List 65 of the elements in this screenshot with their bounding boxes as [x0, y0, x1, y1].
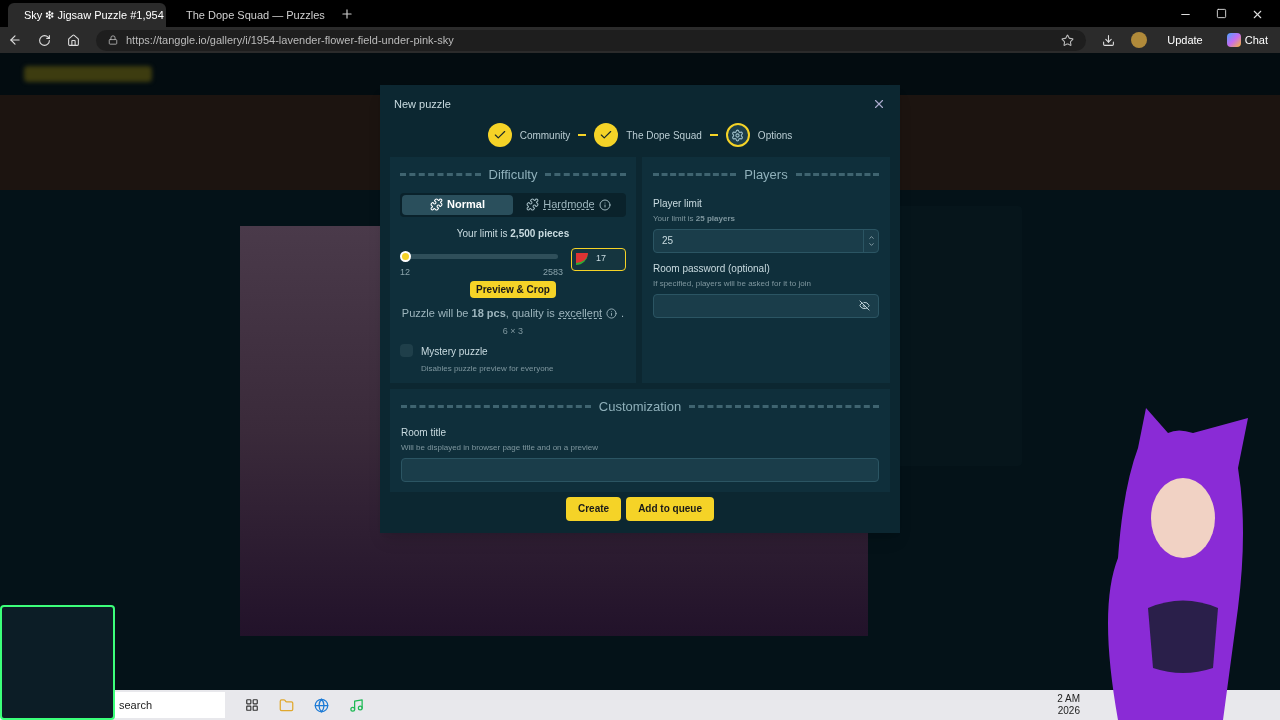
close-icon[interactable] — [872, 97, 886, 111]
browser-tab[interactable]: Sky ❇ Jigsaw Puzzle #1,954 — [8, 3, 166, 27]
dialog-button[interactable]: Add to queue — [626, 496, 714, 521]
clock-date: 2026 — [1057, 705, 1080, 718]
avatar-icon[interactable] — [1131, 32, 1148, 48]
field-hint: Will be displayed in browser page title and on a preview — [401, 441, 599, 454]
update-button[interactable]: Update — [1163, 31, 1207, 49]
check-icon — [487, 123, 512, 147]
dialog-title: New puzzle — [394, 96, 451, 112]
dialog-button[interactable]: Create — [566, 496, 622, 521]
check-icon — [594, 123, 619, 147]
star-icon[interactable] — [1061, 33, 1075, 47]
field-label: Room title — [401, 425, 447, 440]
step-label: Community — [519, 128, 571, 143]
section-heading: Players — [744, 166, 788, 184]
player-limit-input[interactable]: 25 — [653, 228, 879, 253]
pieces-input[interactable]: 17 — [571, 247, 626, 271]
step-label: The Dope Squad — [626, 128, 702, 143]
mode-tab[interactable]: Normal — [402, 194, 513, 215]
increment-icon[interactable] — [867, 233, 875, 241]
mode-tab[interactable]: Hardmode — [513, 194, 624, 215]
checkbox-label: Mystery puzzle — [421, 345, 489, 359]
decrement-icon[interactable] — [867, 240, 875, 248]
limit-text: Your limit is 2,500 pieces — [455, 226, 571, 241]
eye-off-icon[interactable] — [859, 300, 870, 311]
preview-crop-button[interactable]: Preview & Crop — [470, 281, 556, 298]
browser-icon[interactable] — [314, 697, 329, 713]
summary-text: Puzzle will be 18 pcs, quality is — [401, 306, 555, 321]
info-icon[interactable] — [606, 307, 618, 319]
gear-icon — [725, 123, 750, 147]
chat-logo-icon — [1226, 33, 1241, 47]
home-icon[interactable] — [67, 33, 80, 47]
password-input[interactable] — [653, 293, 879, 318]
slider-max: 2583 — [542, 265, 563, 279]
section-heading: Customization — [598, 398, 682, 416]
slider-min: 12 — [400, 265, 410, 279]
field-hint: Your limit is 25 players — [653, 212, 736, 225]
puzzle-icon — [430, 198, 444, 211]
watermelon-icon — [576, 253, 588, 265]
quality-link[interactable]: excellent — [558, 305, 603, 322]
section-heading: Difficulty — [488, 166, 538, 184]
summary-period: . — [621, 306, 625, 321]
field-label: Room password (optional) — [653, 261, 771, 276]
step-label: Options — [757, 128, 793, 143]
new-tab-icon[interactable] — [340, 7, 354, 21]
lock-icon — [108, 35, 118, 45]
close-icon[interactable] — [1251, 8, 1264, 21]
address-bar[interactable]: https://tanggle.io/gallery/i/1954-lavender-flower-field-under-pink-sky — [96, 29, 1087, 51]
info-icon[interactable] — [598, 198, 611, 211]
clock-time: 2 AM — [1057, 692, 1080, 705]
puzzle-icon — [526, 198, 540, 211]
restore-icon[interactable] — [1216, 8, 1227, 19]
browser-tab[interactable]: The Dope Squad — Puzzles — [170, 3, 328, 27]
download-icon[interactable] — [1102, 33, 1116, 47]
search-field[interactable]: search — [115, 692, 225, 718]
field-label: Player limit — [653, 196, 703, 211]
slider-thumb[interactable] — [400, 250, 412, 262]
chat-button[interactable]: Chat — [1222, 31, 1272, 49]
field-hint: If specified, players will be asked for it to join — [653, 277, 812, 290]
room-title-input[interactable] — [401, 457, 879, 482]
reload-icon[interactable] — [38, 33, 51, 47]
back-icon[interactable] — [8, 33, 22, 47]
task-view-icon[interactable] — [245, 698, 259, 712]
checkbox-hint: Disables puzzle preview for everyone — [421, 363, 554, 375]
grid-size: 6 × 3 — [501, 324, 525, 338]
